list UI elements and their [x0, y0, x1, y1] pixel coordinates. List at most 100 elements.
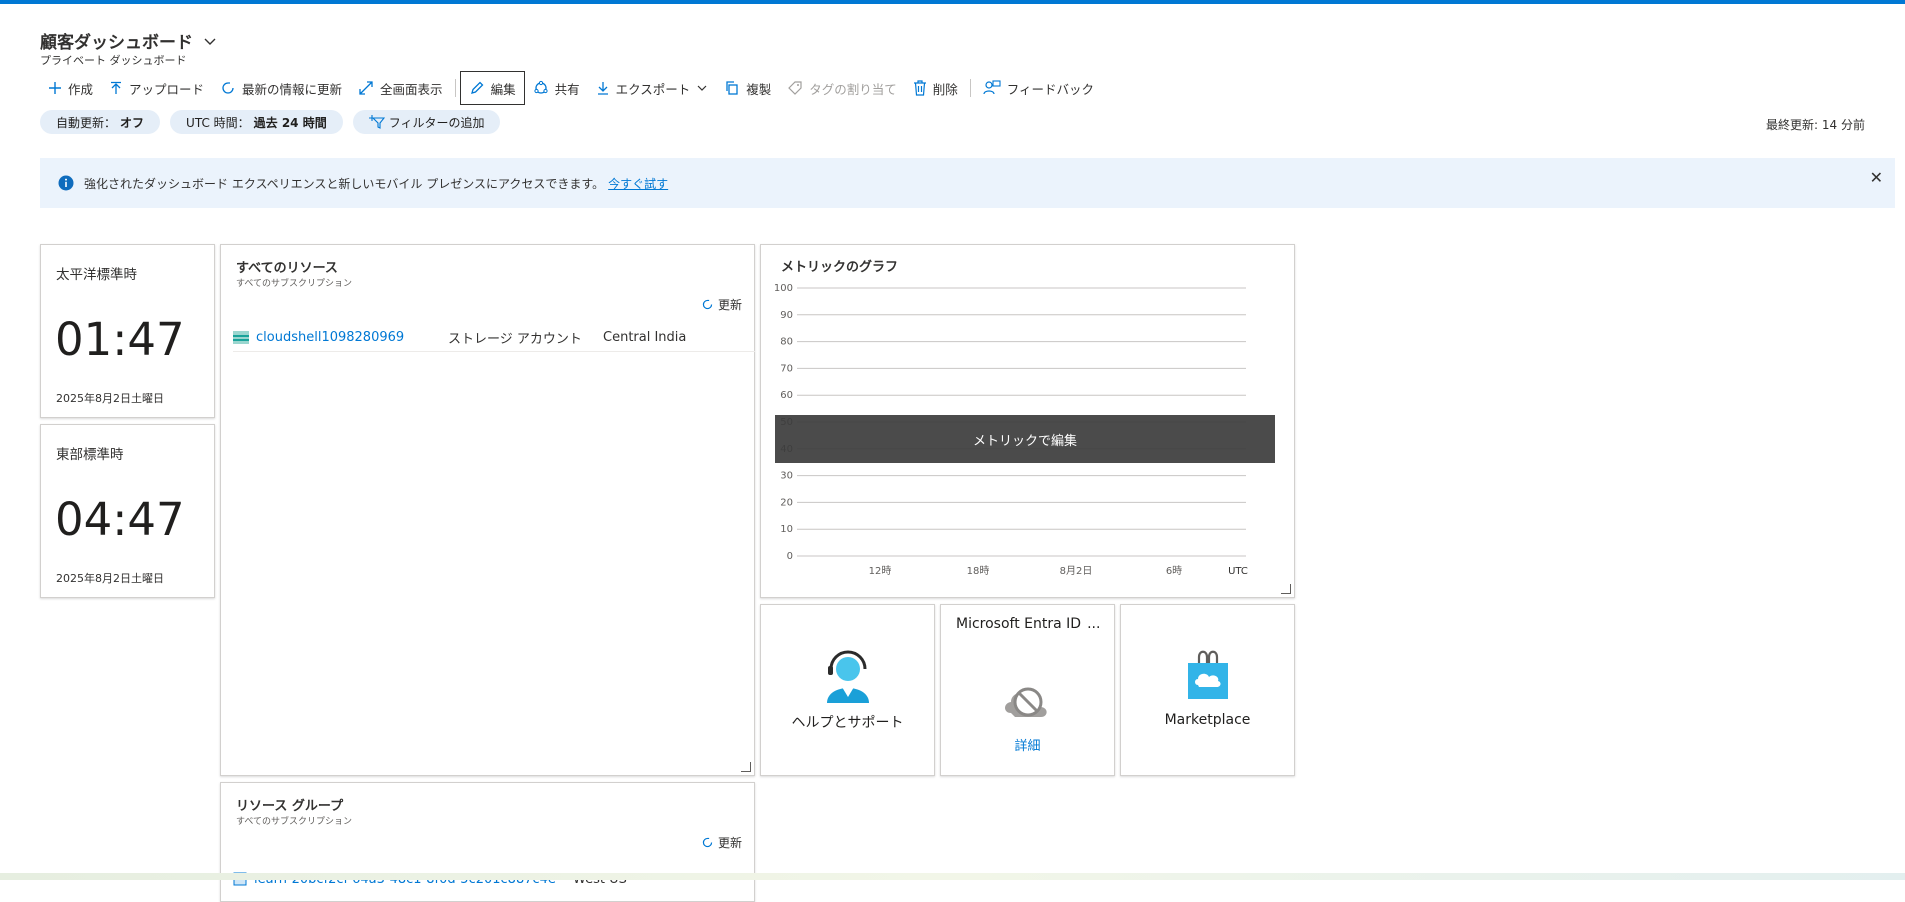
trash-icon [913, 80, 926, 96]
last-updated-text: 最終更新: 14 分前 [1766, 118, 1865, 132]
refresh-button[interactable]: 最新の情報に更新 [212, 72, 350, 104]
resource-location: Central India [603, 330, 687, 345]
entra-id-tile[interactable]: Microsoft Entra ID ... 詳細 [940, 604, 1115, 776]
fullscreen-label: 全画面表示 [380, 81, 443, 97]
tile-subtitle: すべてのサブスクリプション [236, 817, 353, 827]
fullscreen-button[interactable]: 全画面表示 [350, 72, 451, 104]
y-tick-label: 10 [780, 524, 793, 535]
clock-date: 2025年8月2日土曜日 [56, 392, 164, 405]
table-row[interactable]: cloudshell1098280969 ストレージ アカウント Central… [233, 324, 755, 352]
create-label: 作成 [68, 81, 94, 97]
pencil-icon [470, 81, 483, 94]
y-tick-label: 20 [780, 497, 793, 508]
refresh-label: 更新 [717, 836, 742, 850]
delete-button[interactable]: 削除 [905, 72, 966, 104]
clock-time: 04:47 [55, 493, 185, 546]
dashboard-title-row: 顧客ダッシュボード [40, 28, 219, 53]
y-tick-label: 80 [780, 337, 793, 348]
upload-label: アップロード [129, 81, 205, 97]
x-tick-label: 6時 [1166, 565, 1182, 577]
entra-title-row: Microsoft Entra ID ... [956, 616, 1100, 632]
upload-button[interactable]: アップロード [101, 72, 212, 104]
toolbar-divider [454, 79, 456, 97]
refresh-icon [702, 837, 713, 848]
feedback-icon [983, 80, 1001, 95]
resource-name: cloudshell1098280969 [256, 330, 405, 345]
clock-tile-eastern[interactable]: 東部標準時 04:47 2025年8月2日土曜日 [40, 424, 215, 598]
time-range-pill[interactable]: UTC 時間： 過去 24 時間 [170, 110, 343, 134]
refresh-link[interactable]: 更新 [701, 834, 742, 851]
refresh-icon [222, 82, 234, 94]
clock-date: 2025年8月2日土曜日 [56, 572, 164, 585]
tag-icon [788, 81, 802, 95]
entra-details-link[interactable]: 詳細 [941, 735, 1114, 754]
clock-tile-pacific[interactable]: 太平洋標準時 01:47 2025年8月2日土曜日 [40, 244, 215, 418]
assign-tags-label: タグの割り当て [809, 81, 897, 97]
banner-text: 強化されたダッシュボード エクスペリエンスと新しいモバイル プレゼンスにアクセス… [84, 176, 605, 191]
edit-button[interactable]: 編集 [459, 71, 525, 105]
add-filter-label: フィルターの追加 [388, 115, 485, 130]
help-support-label: ヘルプとサポート [791, 715, 904, 731]
tile-subtitle: すべてのサブスクリプション [236, 279, 353, 289]
tile-title: すべてのリソース [236, 261, 338, 276]
assign-tags-button[interactable]: タグの割り当て [779, 72, 905, 104]
feedback-button[interactable]: フィードバック [975, 72, 1102, 104]
marketplace-label: Marketplace [1164, 712, 1251, 728]
export-button[interactable]: エクスポート [588, 72, 717, 104]
entra-title: Microsoft Entra ID [956, 616, 1082, 632]
resource-groups-tile[interactable]: リソース グループ すべてのサブスクリプション 更新 learn-20bcf2c… [220, 782, 755, 902]
more-options-icon[interactable]: ... [1087, 616, 1100, 632]
close-icon[interactable]: ✕ [1870, 168, 1883, 187]
copy-icon [726, 81, 738, 95]
toolbar-divider [969, 79, 971, 97]
delete-label: 削除 [932, 81, 958, 97]
edit-label: 編集 [490, 81, 516, 97]
shopping-bag-icon [1188, 650, 1228, 699]
edit-in-metrics-overlay[interactable]: メトリックで編集 [775, 415, 1275, 463]
dashboard-title: 顧客ダッシュボード [40, 33, 193, 53]
refresh-link[interactable]: 更新 [701, 296, 742, 313]
y-tick-label: 0 [787, 551, 793, 562]
tile-title: リソース グループ [236, 799, 344, 814]
banner-try-link[interactable]: 今すぐ試す [608, 175, 668, 192]
share-button[interactable]: 共有 [525, 72, 588, 104]
bottom-edge-strip [0, 873, 1905, 880]
loading-cloud-icon [1005, 687, 1047, 717]
add-filter-pill[interactable]: フィルターの追加 [352, 110, 501, 134]
help-support-icon [827, 650, 869, 703]
expand-icon [359, 81, 373, 95]
x-tick-label: 8月2日 [1060, 565, 1093, 577]
command-bar: 作成 アップロード 最新の情報に更新 全画面表示 編集 共有 エクスポート 複製… [40, 71, 1102, 105]
x-tick-label: 18時 [967, 565, 990, 577]
top-accent-bar [0, 0, 1905, 4]
resize-handle[interactable] [741, 762, 751, 772]
timezone-label: UTC [1228, 566, 1248, 577]
all-resources-tile[interactable]: すべてのリソース すべてのサブスクリプション 更新 cloudshell1098… [220, 244, 755, 776]
autorefresh-pill[interactable]: 自動更新： オフ [40, 110, 161, 134]
info-icon [58, 175, 74, 191]
share-icon [533, 80, 548, 94]
refresh-label: 更新 [717, 298, 742, 312]
marketplace-tile[interactable]: Marketplace [1120, 604, 1295, 776]
metrics-chart-tile[interactable]: メトリックのグラフ 100908070605040302010012時18時8月… [760, 244, 1295, 598]
x-tick-label: 12時 [869, 565, 892, 577]
clone-button[interactable]: 複製 [716, 72, 779, 104]
add-filter-icon [368, 115, 385, 129]
y-tick-label: 90 [780, 310, 793, 321]
autorefresh-label: 自動更新： [56, 115, 117, 130]
clock-timezone: 太平洋標準時 [56, 267, 137, 283]
create-button[interactable]: 作成 [40, 72, 101, 104]
refresh-label: 最新の情報に更新 [242, 81, 343, 97]
plus-icon [49, 82, 61, 94]
chevron-down-icon [697, 85, 707, 91]
clock-timezone: 東部標準時 [56, 447, 124, 463]
feedback-label: フィードバック [1006, 81, 1095, 97]
share-label: 共有 [554, 81, 580, 97]
help-support-tile[interactable]: ヘルプとサポート [760, 604, 935, 776]
storage-account-icon [233, 331, 249, 344]
chevron-down-icon[interactable] [201, 32, 219, 50]
resize-handle[interactable] [1281, 584, 1291, 594]
download-icon [597, 82, 608, 95]
resource-name-cell[interactable]: cloudshell1098280969 [233, 330, 448, 345]
autorefresh-value: オフ [120, 115, 145, 130]
